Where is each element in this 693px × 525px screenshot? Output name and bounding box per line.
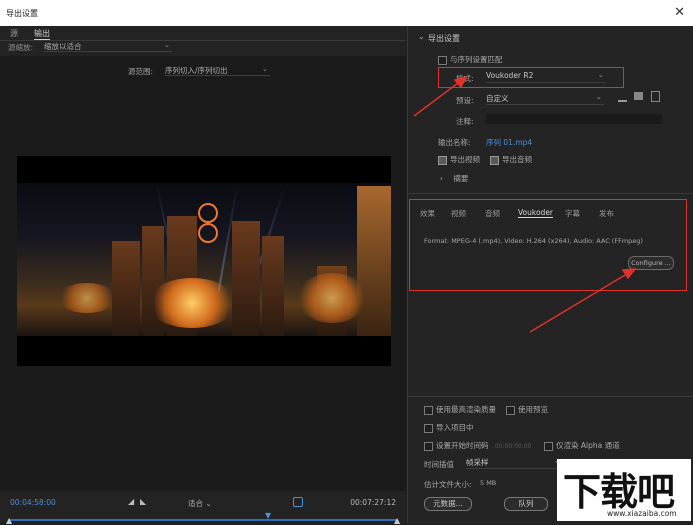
checkbox-box	[424, 423, 433, 433]
output-name-label: 输出名称:	[438, 138, 471, 147]
match-sequence-checkbox[interactable]: 与序列设置匹配	[438, 54, 503, 65]
video-scene-image	[17, 183, 391, 336]
format-highlight-box	[438, 67, 624, 88]
video-frame	[17, 156, 391, 366]
source-scaling-select[interactable]: 缩放以适合 ⌄	[44, 40, 172, 52]
export-audio-label: 导出音频	[502, 155, 532, 164]
set-start-timecode-checkbox[interactable]: 设置开始时间码 00:00:00:00	[424, 440, 532, 451]
checkbox-box	[490, 155, 499, 165]
checkbox-box	[424, 405, 433, 415]
site-watermark: 下载吧 www.xiazaiba.com	[557, 459, 691, 521]
chevron-down-icon: ⌄	[205, 499, 212, 508]
tab-output[interactable]: 输出	[34, 28, 50, 40]
export-settings-title: 导出设置	[428, 34, 460, 43]
source-range-value: 序列切入/序列切出	[165, 66, 228, 75]
source-range-label: 源范围:	[128, 67, 154, 76]
chevron-right-icon: ›	[440, 174, 443, 183]
checkbox-box	[544, 441, 553, 451]
delete-preset-icon[interactable]	[651, 91, 660, 102]
tab-source[interactable]: 源	[10, 28, 18, 39]
in-timecode[interactable]: 00:04:58:00	[10, 498, 56, 507]
watermark-brand: 下载吧	[563, 470, 675, 514]
comments-input[interactable]	[486, 114, 662, 124]
use-previews-label: 使用预览	[518, 405, 548, 414]
time-interpolation-select[interactable]: 帧采样 ⌄	[466, 456, 562, 469]
queue-button[interactable]: 队列	[504, 497, 548, 511]
max-render-quality-checkbox[interactable]: 使用最高渲染质量	[424, 404, 496, 415]
import-into-project-checkbox[interactable]: 导入项目中	[424, 422, 474, 433]
window-titlebar: 导出设置 ✕	[0, 0, 693, 26]
checkbox-box	[438, 155, 447, 165]
use-previews-checkbox[interactable]: 使用预览	[506, 404, 548, 415]
estimated-size-label: 估计文件大小:	[424, 480, 472, 489]
match-sequence-label: 与序列设置匹配	[450, 55, 503, 64]
comments-label: 注释:	[456, 117, 474, 126]
chevron-down-icon: ⌄	[163, 40, 170, 49]
start-timecode-value: 00:00:00:00	[494, 443, 532, 450]
mark-out-icon[interactable]: ◣	[140, 497, 146, 506]
max-render-quality-label: 使用最高渲染质量	[436, 405, 496, 414]
summary-toggle[interactable]: › 摘要	[440, 173, 468, 184]
output-name-link[interactable]: 序列 01.mp4	[486, 137, 532, 148]
summary-label: 摘要	[453, 174, 469, 183]
source-scaling-value: 缩放以适合	[44, 42, 82, 51]
playhead-icon[interactable]	[293, 497, 303, 507]
out-timecode[interactable]: 00:07:27:12	[350, 498, 396, 507]
video-preview-area	[0, 56, 406, 496]
source-range-select[interactable]: 序列切入/序列切出 ⌄	[165, 64, 270, 76]
close-icon[interactable]: ✕	[674, 5, 685, 20]
window-title: 导出设置	[6, 9, 38, 18]
checkbox-box	[438, 55, 447, 65]
watermark-url: www.xiazaiba.com	[607, 509, 677, 518]
chevron-down-icon: ⌄	[261, 64, 268, 73]
preset-value: 自定义	[486, 94, 509, 103]
zoom-fit-value: 适合	[188, 499, 203, 508]
render-alpha-label: 仅渲染 Alpha 通道	[556, 441, 620, 450]
estimated-size-value: 5 MB	[480, 479, 497, 487]
source-output-tabs: 源 输出	[0, 26, 406, 41]
chevron-down-icon: ⌄	[595, 92, 602, 101]
export-audio-checkbox[interactable]: 导出音频	[490, 154, 532, 165]
time-interpolation-label: 时间插值	[424, 460, 454, 469]
set-start-timecode-label: 设置开始时间码	[436, 441, 489, 450]
export-video-checkbox[interactable]: 导出视频	[438, 154, 480, 165]
preset-select[interactable]: 自定义 ⌄	[486, 92, 604, 105]
chevron-down-icon[interactable]: ⌄	[418, 32, 425, 41]
voukoder-highlight-box	[409, 199, 687, 291]
preview-panel: 源 输出 源缩放: 缩放以适合 ⌄ 00:04:58:00 ◢ ◣ 适合 ⌄ 0…	[0, 26, 406, 525]
checkbox-box	[424, 441, 433, 451]
source-scaling-label: 源缩放:	[8, 43, 34, 52]
save-preset-icon[interactable]	[618, 92, 627, 102]
import-preset-icon[interactable]	[634, 92, 643, 100]
timeline-bar: 00:04:58:00 ◢ ◣ 适合 ⌄ 00:07:27:12 ▲ ▼ ▲	[0, 491, 406, 525]
range-start-handle[interactable]: ▲	[6, 516, 12, 525]
checkbox-box	[506, 405, 515, 415]
export-video-label: 导出视频	[450, 155, 480, 164]
preset-label: 预设:	[456, 96, 474, 105]
timeline-track[interactable]	[10, 519, 396, 521]
render-alpha-checkbox[interactable]: 仅渲染 Alpha 通道	[544, 440, 620, 451]
export-settings-panel: ⌄ 导出设置 与序列设置匹配 格式: Voukoder R2 ⌄ 预设: 自定义…	[407, 26, 693, 524]
playhead-handle[interactable]: ▼	[265, 511, 271, 520]
mark-in-icon[interactable]: ◢	[128, 497, 134, 506]
time-interpolation-value: 帧采样	[466, 458, 489, 467]
zoom-fit-select[interactable]: 适合 ⌄	[188, 498, 212, 509]
import-into-project-label: 导入项目中	[436, 423, 474, 432]
metadata-button[interactable]: 元数据...	[424, 497, 472, 511]
range-end-handle[interactable]: ▲	[394, 516, 400, 525]
